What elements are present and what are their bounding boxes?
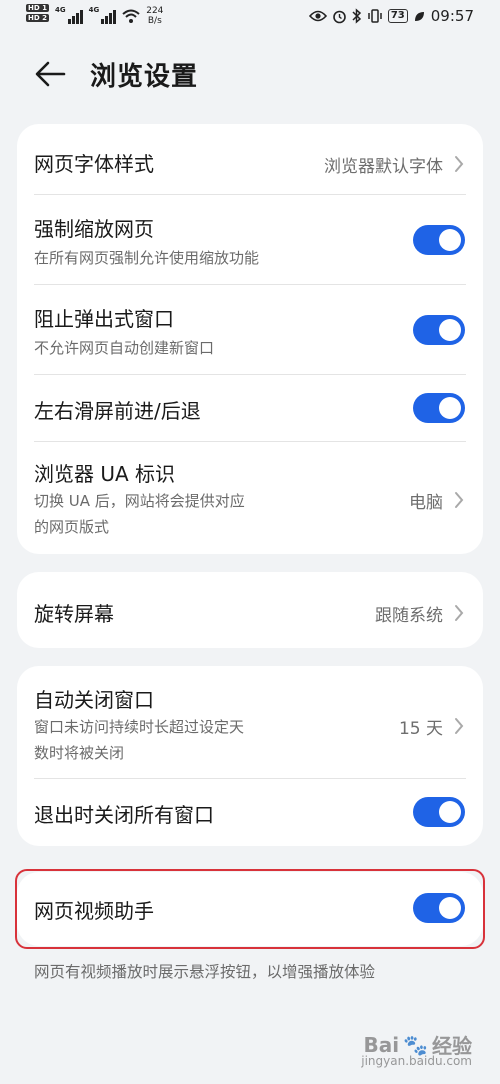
row-close-on-exit[interactable]: 退出时关闭所有窗口: [17, 779, 483, 846]
rotate-screen-label: 旋转屏幕: [34, 602, 114, 626]
highlight-box: [15, 869, 485, 949]
hd1-badge: HD 1: [26, 4, 49, 12]
browser-ua-description-line2: 的网页版式: [34, 518, 110, 536]
font-style-label: 网页字体样式: [34, 152, 154, 176]
auto-close-description-line1: 窗口未访问持续时长超过设定天: [34, 718, 245, 736]
wifi-icon: [122, 9, 140, 23]
auto-close-label: 自动关闭窗口: [34, 688, 154, 712]
chevron-right-icon: [455, 156, 464, 172]
close-on-exit-toggle[interactable]: [413, 797, 465, 827]
net-speed-value: 224: [146, 6, 164, 16]
watermark-paw-icon: 🐾: [403, 1032, 428, 1057]
battery-level: 73: [387, 9, 408, 23]
force-zoom-label: 强制缩放网页: [34, 217, 154, 241]
block-popup-toggle[interactable]: [413, 315, 465, 345]
status-right: 73 09:57: [308, 7, 474, 25]
chevron-right-icon: [455, 492, 464, 508]
browser-ua-label: 浏览器 UA 标识: [34, 462, 176, 486]
settings-card-general: 网页字体样式 浏览器默认字体 强制缩放网页 在所有网页强制允许使用缩放功能 阻止…: [17, 124, 483, 554]
block-popup-label: 阻止弹出式窗口: [34, 307, 174, 331]
alarm-icon: [333, 10, 346, 23]
hd2-badge: HD 2: [26, 14, 49, 22]
row-force-zoom[interactable]: 强制缩放网页 在所有网页强制允许使用缩放功能: [17, 195, 483, 284]
row-browser-ua[interactable]: 浏览器 UA 标识 切换 UA 后，网站将会提供对应 的网页版式 电脑: [17, 442, 483, 554]
status-time: 09:57: [430, 7, 474, 25]
page-title: 浏览设置: [90, 62, 199, 92]
back-arrow-icon[interactable]: [34, 60, 66, 88]
auto-close-value: 15 天: [398, 719, 443, 739]
row-swipe-navigation[interactable]: 左右滑屏前进/后退: [17, 375, 483, 441]
video-helper-footnote: 网页有视频播放时展示悬浮按钮，以增强播放体验: [34, 963, 376, 981]
settings-card-rotate: 旋转屏幕 跟随系统: [17, 572, 483, 648]
auto-close-description-line2: 数时将被关闭: [34, 744, 125, 762]
signal-2-icon: 4G: [89, 6, 117, 24]
watermark-url: jingyan.baidu.com: [361, 1054, 472, 1068]
hd-badges: HD 1 HD 2: [26, 4, 49, 22]
row-font-style[interactable]: 网页字体样式 浏览器默认字体: [17, 124, 483, 194]
net-speed-unit: B/s: [147, 16, 162, 26]
font-style-value: 浏览器默认字体: [324, 157, 443, 177]
block-popup-description: 不允许网页自动创建新窗口: [34, 339, 215, 357]
browser-ua-value: 电脑: [409, 493, 443, 513]
rotate-screen-value: 跟随系统: [375, 606, 443, 626]
vibrate-icon: [368, 9, 382, 23]
browser-ua-description-line1: 切换 UA 后，网站将会提供对应: [34, 492, 245, 510]
row-auto-close[interactable]: 自动关闭窗口 窗口未访问持续时长超过设定天 数时将被关闭 15 天: [17, 666, 483, 778]
row-block-popup[interactable]: 阻止弹出式窗口 不允许网页自动创建新窗口: [17, 285, 483, 374]
swipe-navigation-label: 左右滑屏前进/后退: [34, 399, 201, 423]
bluetooth-icon: [352, 8, 361, 24]
watermark: Bai 🐾 经验 jingyan.baidu.com: [361, 1030, 472, 1069]
status-left: HD 1 HD 2 4G 4G 224 B/s: [26, 4, 163, 26]
signal-1-icon: 4G: [55, 6, 83, 24]
chevron-right-icon: [455, 605, 464, 621]
page-header: 浏览设置: [0, 48, 500, 104]
watermark-brand: Bai: [363, 1032, 400, 1057]
close-on-exit-label: 退出时关闭所有窗口: [34, 803, 214, 827]
chevron-right-icon: [455, 718, 464, 734]
leaf-icon: [414, 11, 424, 21]
status-bar: HD 1 HD 2 4G 4G 224 B/s 73 09:57: [0, 0, 500, 36]
row-rotate-screen[interactable]: 旋转屏幕 跟随系统: [17, 572, 483, 648]
force-zoom-description: 在所有网页强制允许使用缩放功能: [34, 249, 260, 267]
net-speed: 224 B/s: [146, 6, 163, 26]
swipe-navigation-toggle[interactable]: [413, 393, 465, 423]
settings-card-windows: 自动关闭窗口 窗口未访问持续时长超过设定天 数时将被关闭 15 天 退出时关闭所…: [17, 666, 483, 846]
force-zoom-toggle[interactable]: [413, 225, 465, 255]
eye-icon: [308, 10, 327, 22]
